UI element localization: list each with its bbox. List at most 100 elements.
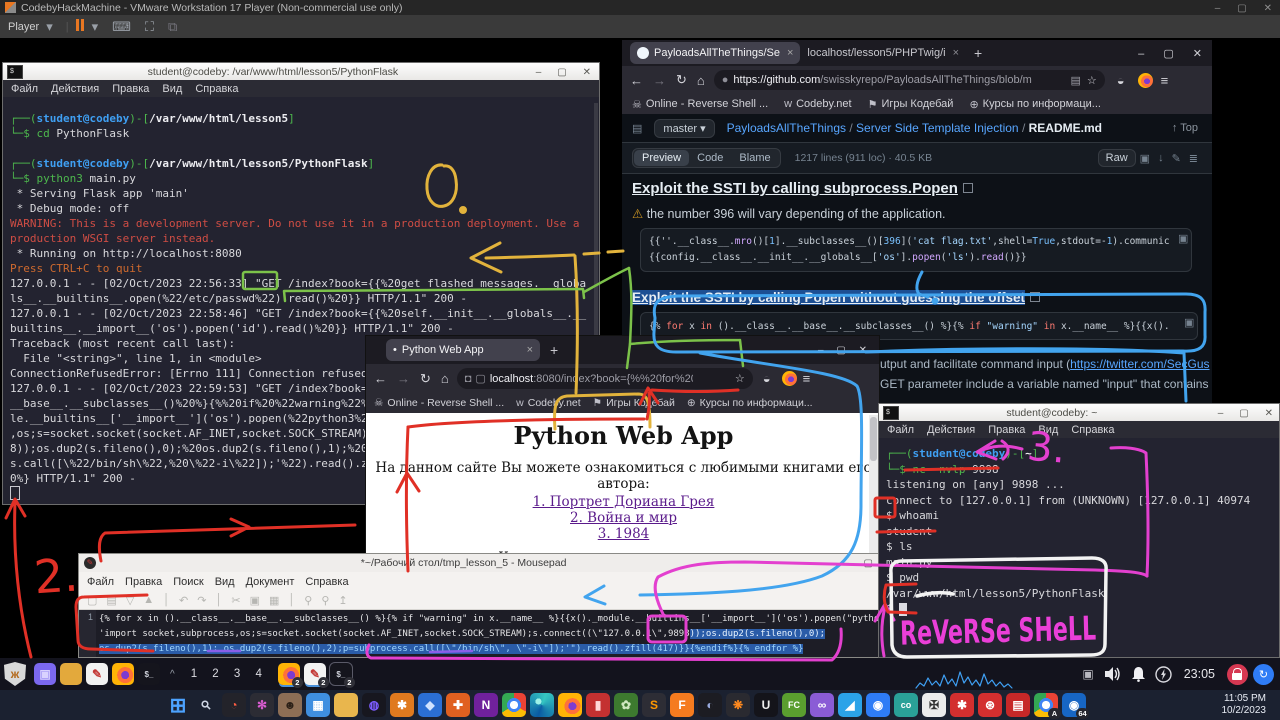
- reload-icon[interactable]: ↻: [676, 72, 687, 88]
- toolbar-icon[interactable]: ▤: [106, 594, 116, 607]
- page-scrollbar-thumb[interactable]: [870, 417, 877, 461]
- toolbar-icon[interactable]: ▲: [143, 594, 154, 606]
- window-maximize[interactable]: ▢: [1163, 48, 1173, 60]
- windows-start-icon[interactable]: ⊞: [166, 693, 190, 717]
- menu-help[interactable]: Справка: [1071, 424, 1114, 436]
- vm-close-button[interactable]: ✕: [1264, 3, 1272, 14]
- menu-document[interactable]: Документ: [246, 576, 295, 588]
- maximize-button[interactable]: ▢: [864, 558, 873, 569]
- menu-search[interactable]: Поиск: [173, 576, 203, 588]
- pocket-icon[interactable]: ◒: [1117, 73, 1125, 88]
- player-caret-icon[interactable]: ▾: [46, 19, 53, 35]
- menu-view[interactable]: Вид: [215, 576, 235, 588]
- sprout-app-icon[interactable]: ✿: [614, 693, 638, 717]
- notifications-bell-icon[interactable]: [1131, 666, 1146, 682]
- chrome-profile-a-icon[interactable]: A: [1034, 693, 1058, 717]
- chrome-icon[interactable]: [502, 693, 526, 717]
- branch-selector[interactable]: master ▾: [654, 119, 714, 138]
- firefox-account-icon[interactable]: [1138, 73, 1153, 88]
- copy-icon[interactable]: ▣: [1140, 152, 1150, 165]
- new-tab-button[interactable]: +: [550, 342, 558, 358]
- breadcrumb-folder[interactable]: Server Side Template Injection: [856, 121, 1019, 135]
- top-link[interactable]: ↑ Top: [1172, 122, 1198, 134]
- toolbar-icon[interactable]: ↷: [197, 594, 206, 607]
- menu-actions[interactable]: Действия: [927, 424, 975, 436]
- toolbar-icon[interactable]: ↥: [338, 594, 347, 607]
- toolbar-icon[interactable]: ▦: [269, 594, 279, 607]
- close-button[interactable]: ✕: [1265, 408, 1273, 419]
- calendar-icon[interactable]: ▦: [306, 693, 330, 717]
- menu-actions[interactable]: Действия: [51, 83, 99, 95]
- tab-close-icon[interactable]: ×: [953, 47, 959, 59]
- toolbar-icon[interactable]: ⚲: [304, 594, 312, 607]
- bookmark-codeby[interactable]: wCodeby.net: [516, 397, 581, 409]
- bookmark-star-icon[interactable]: ☆: [1087, 74, 1097, 87]
- vm-maximize-button[interactable]: ▢: [1237, 3, 1246, 14]
- firefox-icon[interactable]: [112, 663, 134, 685]
- bookmark-codeby[interactable]: wCodeby.net: [784, 98, 851, 110]
- menu-file[interactable]: Файл: [11, 83, 38, 95]
- blender-icon[interactable]: ❋: [726, 693, 750, 717]
- red-docs-icon[interactable]: ▤: [1006, 693, 1030, 717]
- window-purple-icon[interactable]: ▣: [34, 663, 56, 685]
- window-minimize[interactable]: –: [818, 345, 824, 356]
- maximize-button[interactable]: ▢: [1239, 408, 1248, 419]
- cube-blue-icon[interactable]: ◆: [418, 693, 442, 717]
- file-tree-icon[interactable]: ▤: [632, 122, 642, 135]
- windows-search-icon[interactable]: ⚲: [189, 688, 223, 720]
- bookmark-courses[interactable]: ⊕Курсы по информаци...: [687, 397, 813, 409]
- crest-app-icon[interactable]: ✠: [922, 693, 946, 717]
- tab-code[interactable]: Code: [689, 150, 731, 166]
- home-icon[interactable]: ⌂: [697, 73, 705, 88]
- bookmark-games[interactable]: ⚑Игры Кодебай: [593, 397, 675, 409]
- mousepad-icon[interactable]: ✎: [86, 663, 108, 685]
- file-manager-icon[interactable]: [60, 663, 82, 685]
- firefox-window-icon[interactable]: 2: [278, 663, 300, 685]
- tab-python-web-app[interactable]: • Python Web App ×: [386, 339, 540, 361]
- book-link-2[interactable]: 2. Война и мир: [570, 510, 677, 526]
- forward-icon[interactable]: →: [397, 371, 410, 386]
- send-keys-icon[interactable]: ⌨: [112, 19, 131, 35]
- pause-button[interactable]: [75, 19, 85, 34]
- toolbar-icon[interactable]: ✂: [231, 594, 240, 607]
- sublime-icon[interactable]: S: [642, 693, 666, 717]
- bookmark-courses[interactable]: ⊕Курсы по информаци...: [969, 98, 1101, 111]
- toolbar-icon[interactable]: ↶: [179, 594, 188, 607]
- hamburger-menu-icon[interactable]: ≡: [1161, 73, 1169, 88]
- windows-clock[interactable]: 11:05 PM10/2/2023: [1222, 693, 1267, 717]
- edit-icon[interactable]: ✎: [1172, 152, 1181, 165]
- firefox-win-icon[interactable]: [558, 693, 582, 717]
- back-icon[interactable]: ←: [374, 371, 387, 386]
- clipman-icon[interactable]: ▣: [1082, 667, 1093, 681]
- tab-preview[interactable]: Preview: [634, 150, 689, 166]
- opera-gx-icon[interactable]: ◔: [222, 693, 246, 717]
- fl-green-icon[interactable]: FC: [782, 693, 806, 717]
- toolbar-icon[interactable]: ▣: [250, 594, 260, 607]
- cinema4d-icon[interactable]: ◐: [698, 693, 722, 717]
- co-teal-icon[interactable]: co: [894, 693, 918, 717]
- pause-caret-icon[interactable]: ▾: [92, 19, 99, 35]
- toolbar-icon[interactable]: ⚲: [321, 594, 329, 607]
- minimize-button[interactable]: –: [1218, 408, 1224, 419]
- heading-subprocess-popen[interactable]: Exploit the SSTI by calling subprocess.P…: [632, 180, 973, 197]
- twitter-link[interactable]: https://twitter.com/SecGus: [1070, 357, 1209, 371]
- toolbar-icon[interactable]: │: [163, 594, 170, 606]
- terminal-left-titlebar[interactable]: $ student@codeby: /var/www/html/lesson5/…: [3, 63, 599, 81]
- book-link-1[interactable]: 1. Портрет Дориана Грея: [533, 494, 715, 510]
- menu-help[interactable]: Справка: [305, 576, 348, 588]
- gear-red-1-icon[interactable]: ✱: [950, 693, 974, 717]
- terminal-window-icon[interactable]: $_2: [330, 663, 352, 685]
- pin-blue-icon[interactable]: ◉: [866, 693, 890, 717]
- toolbar-icon[interactable]: │: [288, 594, 295, 606]
- tab-localhost-phptwig[interactable]: localhost/lesson5/PHPTwig/i ×: [800, 42, 966, 64]
- maximize-button[interactable]: ▢: [557, 67, 566, 78]
- fullscreen-icon[interactable]: ⛶: [145, 19, 154, 35]
- toolbar-icon[interactable]: ▢: [87, 594, 97, 607]
- menu-edit[interactable]: Правка: [112, 83, 149, 95]
- flux-icon[interactable]: F: [670, 693, 694, 717]
- player-menu[interactable]: Player: [8, 21, 39, 33]
- update-tray-icon[interactable]: ↻: [1253, 664, 1274, 685]
- menu-edit[interactable]: Правка: [125, 576, 162, 588]
- reader-icon[interactable]: ▤: [1070, 74, 1080, 87]
- menu-file[interactable]: Файл: [887, 424, 914, 436]
